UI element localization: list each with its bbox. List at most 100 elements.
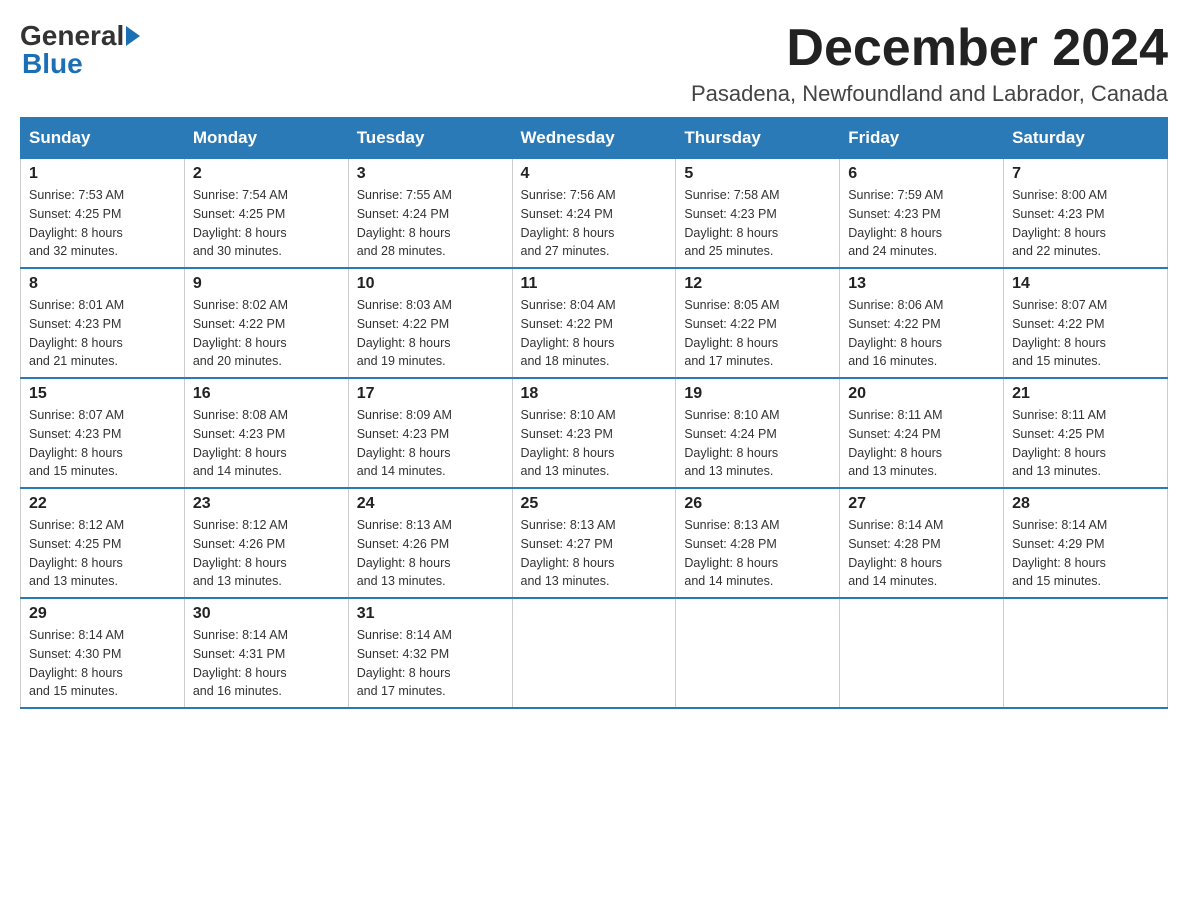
calendar-cell: 13 Sunrise: 8:06 AMSunset: 4:22 PMDaylig… [840, 268, 1004, 378]
day-info: Sunrise: 8:11 AMSunset: 4:24 PMDaylight:… [848, 408, 942, 478]
day-number: 11 [521, 275, 668, 293]
day-info: Sunrise: 8:07 AMSunset: 4:22 PMDaylight:… [1012, 298, 1107, 368]
title-section: December 2024 Pasadena, Newfoundland and… [691, 20, 1168, 107]
calendar-cell: 22 Sunrise: 8:12 AMSunset: 4:25 PMDaylig… [21, 488, 185, 598]
calendar-cell: 26 Sunrise: 8:13 AMSunset: 4:28 PMDaylig… [676, 488, 840, 598]
day-info: Sunrise: 8:04 AMSunset: 4:22 PMDaylight:… [521, 298, 616, 368]
day-number: 21 [1012, 385, 1159, 403]
day-number: 24 [357, 495, 504, 513]
location-title: Pasadena, Newfoundland and Labrador, Can… [691, 81, 1168, 107]
calendar-cell: 9 Sunrise: 8:02 AMSunset: 4:22 PMDayligh… [184, 268, 348, 378]
day-number: 3 [357, 165, 504, 183]
day-number: 27 [848, 495, 995, 513]
calendar-cell: 2 Sunrise: 7:54 AMSunset: 4:25 PMDayligh… [184, 159, 348, 269]
day-info: Sunrise: 8:11 AMSunset: 4:25 PMDaylight:… [1012, 408, 1106, 478]
day-number: 30 [193, 605, 340, 623]
day-number: 15 [29, 385, 176, 403]
logo-arrow-icon [126, 26, 140, 46]
weekday-header-row: SundayMondayTuesdayWednesdayThursdayFrid… [21, 118, 1168, 159]
day-number: 12 [684, 275, 831, 293]
calendar-week-2: 8 Sunrise: 8:01 AMSunset: 4:23 PMDayligh… [21, 268, 1168, 378]
calendar-cell: 17 Sunrise: 8:09 AMSunset: 4:23 PMDaylig… [348, 378, 512, 488]
calendar-week-5: 29 Sunrise: 8:14 AMSunset: 4:30 PMDaylig… [21, 598, 1168, 708]
calendar-cell: 25 Sunrise: 8:13 AMSunset: 4:27 PMDaylig… [512, 488, 676, 598]
day-info: Sunrise: 7:58 AMSunset: 4:23 PMDaylight:… [684, 188, 779, 258]
day-number: 5 [684, 165, 831, 183]
weekday-header-saturday: Saturday [1004, 118, 1168, 159]
page-header: General Blue December 2024 Pasadena, New… [20, 20, 1168, 107]
calendar-cell: 8 Sunrise: 8:01 AMSunset: 4:23 PMDayligh… [21, 268, 185, 378]
calendar-cell: 21 Sunrise: 8:11 AMSunset: 4:25 PMDaylig… [1004, 378, 1168, 488]
calendar-cell: 5 Sunrise: 7:58 AMSunset: 4:23 PMDayligh… [676, 159, 840, 269]
day-info: Sunrise: 8:06 AMSunset: 4:22 PMDaylight:… [848, 298, 943, 368]
calendar-cell: 16 Sunrise: 8:08 AMSunset: 4:23 PMDaylig… [184, 378, 348, 488]
calendar-cell: 23 Sunrise: 8:12 AMSunset: 4:26 PMDaylig… [184, 488, 348, 598]
calendar-cell: 19 Sunrise: 8:10 AMSunset: 4:24 PMDaylig… [676, 378, 840, 488]
day-number: 13 [848, 275, 995, 293]
day-info: Sunrise: 8:10 AMSunset: 4:23 PMDaylight:… [521, 408, 616, 478]
month-title: December 2024 [691, 20, 1168, 77]
calendar-cell: 20 Sunrise: 8:11 AMSunset: 4:24 PMDaylig… [840, 378, 1004, 488]
weekday-header-thursday: Thursday [676, 118, 840, 159]
day-info: Sunrise: 8:14 AMSunset: 4:32 PMDaylight:… [357, 628, 452, 698]
day-number: 28 [1012, 495, 1159, 513]
logo: General Blue [20, 20, 142, 80]
calendar-cell: 1 Sunrise: 7:53 AMSunset: 4:25 PMDayligh… [21, 159, 185, 269]
calendar-cell [512, 598, 676, 708]
calendar-cell: 30 Sunrise: 8:14 AMSunset: 4:31 PMDaylig… [184, 598, 348, 708]
day-info: Sunrise: 8:08 AMSunset: 4:23 PMDaylight:… [193, 408, 288, 478]
calendar-table: SundayMondayTuesdayWednesdayThursdayFrid… [20, 117, 1168, 709]
calendar-week-1: 1 Sunrise: 7:53 AMSunset: 4:25 PMDayligh… [21, 159, 1168, 269]
day-info: Sunrise: 8:14 AMSunset: 4:30 PMDaylight:… [29, 628, 124, 698]
calendar-cell [676, 598, 840, 708]
day-info: Sunrise: 8:00 AMSunset: 4:23 PMDaylight:… [1012, 188, 1107, 258]
day-number: 19 [684, 385, 831, 403]
day-number: 2 [193, 165, 340, 183]
day-info: Sunrise: 7:59 AMSunset: 4:23 PMDaylight:… [848, 188, 943, 258]
day-number: 18 [521, 385, 668, 403]
weekday-header-sunday: Sunday [21, 118, 185, 159]
calendar-cell: 24 Sunrise: 8:13 AMSunset: 4:26 PMDaylig… [348, 488, 512, 598]
logo-blue: Blue [22, 48, 83, 79]
day-info: Sunrise: 8:13 AMSunset: 4:26 PMDaylight:… [357, 518, 452, 588]
weekday-header-wednesday: Wednesday [512, 118, 676, 159]
day-number: 20 [848, 385, 995, 403]
day-info: Sunrise: 8:12 AMSunset: 4:26 PMDaylight:… [193, 518, 288, 588]
day-number: 9 [193, 275, 340, 293]
day-info: Sunrise: 7:55 AMSunset: 4:24 PMDaylight:… [357, 188, 452, 258]
calendar-cell: 3 Sunrise: 7:55 AMSunset: 4:24 PMDayligh… [348, 159, 512, 269]
weekday-header-friday: Friday [840, 118, 1004, 159]
calendar-cell [840, 598, 1004, 708]
calendar-cell: 6 Sunrise: 7:59 AMSunset: 4:23 PMDayligh… [840, 159, 1004, 269]
day-info: Sunrise: 8:09 AMSunset: 4:23 PMDaylight:… [357, 408, 452, 478]
calendar-cell: 28 Sunrise: 8:14 AMSunset: 4:29 PMDaylig… [1004, 488, 1168, 598]
day-number: 1 [29, 165, 176, 183]
calendar-cell: 11 Sunrise: 8:04 AMSunset: 4:22 PMDaylig… [512, 268, 676, 378]
day-number: 17 [357, 385, 504, 403]
calendar-cell: 31 Sunrise: 8:14 AMSunset: 4:32 PMDaylig… [348, 598, 512, 708]
day-info: Sunrise: 7:56 AMSunset: 4:24 PMDaylight:… [521, 188, 616, 258]
day-info: Sunrise: 8:13 AMSunset: 4:27 PMDaylight:… [521, 518, 616, 588]
day-number: 25 [521, 495, 668, 513]
day-info: Sunrise: 8:14 AMSunset: 4:28 PMDaylight:… [848, 518, 943, 588]
calendar-cell: 14 Sunrise: 8:07 AMSunset: 4:22 PMDaylig… [1004, 268, 1168, 378]
day-info: Sunrise: 8:07 AMSunset: 4:23 PMDaylight:… [29, 408, 124, 478]
day-info: Sunrise: 8:05 AMSunset: 4:22 PMDaylight:… [684, 298, 779, 368]
calendar-cell: 7 Sunrise: 8:00 AMSunset: 4:23 PMDayligh… [1004, 159, 1168, 269]
day-number: 22 [29, 495, 176, 513]
day-number: 29 [29, 605, 176, 623]
calendar-cell: 15 Sunrise: 8:07 AMSunset: 4:23 PMDaylig… [21, 378, 185, 488]
day-info: Sunrise: 8:01 AMSunset: 4:23 PMDaylight:… [29, 298, 124, 368]
day-number: 31 [357, 605, 504, 623]
day-info: Sunrise: 8:03 AMSunset: 4:22 PMDaylight:… [357, 298, 452, 368]
calendar-cell: 27 Sunrise: 8:14 AMSunset: 4:28 PMDaylig… [840, 488, 1004, 598]
calendar-week-3: 15 Sunrise: 8:07 AMSunset: 4:23 PMDaylig… [21, 378, 1168, 488]
calendar-week-4: 22 Sunrise: 8:12 AMSunset: 4:25 PMDaylig… [21, 488, 1168, 598]
calendar-cell: 4 Sunrise: 7:56 AMSunset: 4:24 PMDayligh… [512, 159, 676, 269]
day-info: Sunrise: 7:53 AMSunset: 4:25 PMDaylight:… [29, 188, 124, 258]
day-info: Sunrise: 8:13 AMSunset: 4:28 PMDaylight:… [684, 518, 779, 588]
day-info: Sunrise: 8:02 AMSunset: 4:22 PMDaylight:… [193, 298, 288, 368]
day-info: Sunrise: 8:14 AMSunset: 4:31 PMDaylight:… [193, 628, 288, 698]
day-info: Sunrise: 8:14 AMSunset: 4:29 PMDaylight:… [1012, 518, 1107, 588]
day-info: Sunrise: 8:10 AMSunset: 4:24 PMDaylight:… [684, 408, 779, 478]
